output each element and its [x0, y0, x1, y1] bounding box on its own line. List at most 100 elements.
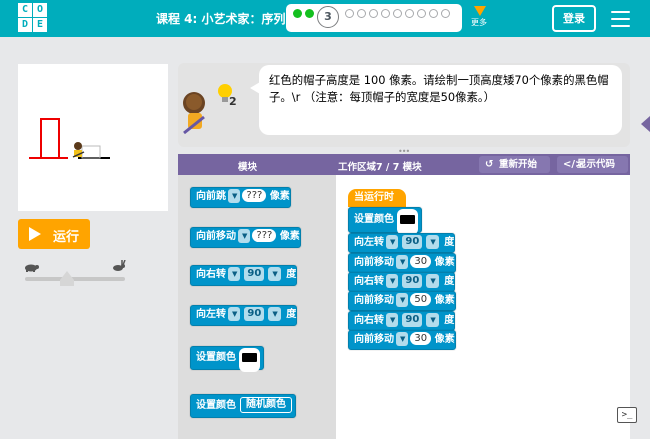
level-dot[interactable] — [381, 9, 390, 18]
run-label: 运行 — [53, 230, 80, 245]
angle-dropdown-arrow[interactable]: ▼ — [426, 274, 439, 288]
angle-dropdown[interactable]: 90 — [402, 274, 423, 288]
angle-dropdown-arrow[interactable]: ▼ — [268, 267, 281, 281]
angle-dropdown[interactable]: 90 — [244, 267, 265, 281]
target-hat-outline — [81, 145, 101, 159]
block-label: 向前移动 — [354, 334, 394, 345]
random-color-slot[interactable]: 随机颜色 — [240, 397, 292, 413]
value-input[interactable]: ??? — [242, 189, 267, 202]
unit-label: 度 — [286, 269, 297, 280]
toolbox-block-set-color[interactable]: 设置颜色 — [190, 346, 265, 372]
level-dot[interactable] — [345, 9, 354, 18]
run-button[interactable]: 运行 — [18, 219, 90, 249]
direction-dropdown[interactable]: ▼ — [396, 332, 409, 346]
logo-letter: O — [33, 3, 47, 17]
chevron-down-icon — [474, 6, 486, 16]
when-run-block[interactable]: 当运行时 — [348, 189, 406, 207]
value-input[interactable]: 50 — [410, 293, 432, 306]
slider-thumb[interactable] — [60, 271, 74, 280]
toolbox-block-set-random-color[interactable]: 设置颜色 随机颜色 — [190, 394, 297, 418]
toolbox-block-turn-left[interactable]: 向左转 ▼ 90 ▼ 度 — [190, 305, 298, 326]
logo-letter: D — [18, 18, 32, 32]
program-block-turn-right[interactable]: 向右转 ▼ 90 ▼ 度 — [348, 272, 456, 292]
level-dot[interactable] — [405, 9, 414, 18]
unit-label: 像素 — [279, 231, 300, 242]
code-org-logo[interactable]: C O D E — [18, 3, 47, 32]
level-dot[interactable] — [441, 9, 450, 18]
code-icon: </> — [563, 159, 584, 170]
current-level-indicator[interactable]: 3 — [317, 6, 339, 28]
program-block-move-forward[interactable]: 向前移动 ▼ 30 像素 — [348, 253, 456, 273]
unit-label: 像素 — [434, 257, 455, 268]
level-dot[interactable] — [369, 9, 378, 18]
collapse-arrow-icon[interactable] — [641, 116, 650, 132]
show-code-button[interactable]: </> 显示代码 — [557, 156, 628, 173]
color-picker[interactable] — [397, 209, 418, 235]
toolbox-block-turn-right[interactable]: 向右转 ▼ 90 ▼ 度 — [190, 265, 298, 286]
angle-dropdown[interactable]: 90 — [402, 235, 423, 249]
value-input[interactable]: ??? — [252, 229, 277, 242]
more-label: 更多 — [471, 18, 487, 27]
level-dot[interactable] — [429, 9, 438, 18]
top-bar: C O D E 课程 4: 小艺术家：序列 3 更多 登录 — [0, 0, 650, 37]
unit-label: 度 — [444, 276, 455, 287]
program-block-move-forward[interactable]: 向前移动 ▼ 50 像素 — [348, 291, 456, 311]
level-dot-completed[interactable] — [293, 9, 302, 18]
hamburger-menu-icon[interactable] — [611, 11, 630, 32]
play-icon — [29, 227, 41, 241]
direction-dropdown[interactable]: ▼ — [396, 255, 409, 269]
angle-dropdown-arrow[interactable]: ▼ — [268, 307, 281, 321]
level-dot-completed[interactable] — [305, 9, 314, 18]
reset-icon: ↺ — [485, 159, 494, 170]
toolbox-block-move-forward[interactable]: 向前移动 ▼??? 像素 — [190, 227, 301, 248]
program-block-turn-right[interactable]: 向右转 ▼ 90 ▼ 度 — [348, 311, 456, 331]
workspace-label: 工作区域7 / 7 模块 — [338, 162, 422, 173]
block-label: 向前跳 — [196, 191, 226, 202]
program-block-turn-left[interactable]: 向左转 ▼ 90 ▼ 度 — [348, 233, 456, 253]
hint-count: 2 — [229, 95, 237, 108]
slider-thumb-base[interactable] — [60, 280, 74, 286]
angle-dropdown[interactable]: 90 — [402, 313, 423, 327]
direction-dropdown[interactable]: ▼ — [228, 189, 241, 203]
unit-label: 度 — [444, 237, 455, 248]
slider-track[interactable] — [25, 277, 125, 281]
value-input[interactable]: 30 — [410, 332, 432, 345]
unit-label: 像素 — [269, 191, 290, 202]
artist-canvas — [18, 64, 168, 211]
drawing-svg — [29, 118, 110, 159]
angle-dropdown-arrow[interactable]: ▼ — [426, 235, 439, 249]
block-label: 向右转 — [196, 269, 226, 280]
level-dot[interactable] — [393, 9, 402, 18]
direction-dropdown[interactable]: ▼ — [386, 235, 399, 249]
direction-dropdown[interactable]: ▼ — [238, 229, 251, 243]
direction-dropdown[interactable]: ▼ — [228, 267, 241, 281]
toolbox-label: 模块 — [238, 162, 258, 173]
angle-dropdown-arrow[interactable]: ▼ — [426, 313, 439, 327]
block-label: 向右转 — [354, 276, 384, 287]
value-input[interactable]: 30 — [410, 255, 432, 268]
direction-dropdown[interactable]: ▼ — [396, 293, 409, 307]
angle-dropdown[interactable]: 90 — [244, 307, 265, 321]
toolbox-block-jump-forward[interactable]: 向前跳 ▼??? 像素 — [190, 187, 291, 208]
lesson-title[interactable]: 课程 4: 小艺术家：序列 — [156, 10, 286, 27]
workspace-header: 模块 工作区域7 / 7 模块 ↺ 重新开始 </> 显示代码 — [178, 154, 630, 175]
block-label: 设置颜色 — [196, 352, 236, 363]
program-block-move-forward[interactable]: 向前移动 ▼ 30 像素 — [348, 330, 456, 350]
block-label: 向前移动 — [196, 231, 236, 242]
red-hat-shape — [40, 118, 60, 159]
speed-slider[interactable] — [23, 260, 128, 286]
color-picker[interactable] — [239, 348, 260, 372]
level-dot[interactable] — [357, 9, 366, 18]
program-block-set-color[interactable]: 设置颜色 — [348, 207, 423, 235]
reset-button[interactable]: ↺ 重新开始 — [479, 156, 550, 173]
unit-label: 像素 — [434, 334, 455, 345]
direction-dropdown[interactable]: ▼ — [386, 274, 399, 288]
block-label: 设置颜色 — [354, 214, 394, 225]
console-toggle-button[interactable]: >_ — [617, 407, 637, 423]
unit-label: 度 — [444, 315, 455, 326]
more-levels-button[interactable]: 更多 — [471, 6, 488, 28]
direction-dropdown[interactable]: ▼ — [228, 307, 241, 321]
signin-button[interactable]: 登录 — [552, 5, 596, 32]
direction-dropdown[interactable]: ▼ — [386, 313, 399, 327]
level-dot[interactable] — [417, 9, 426, 18]
